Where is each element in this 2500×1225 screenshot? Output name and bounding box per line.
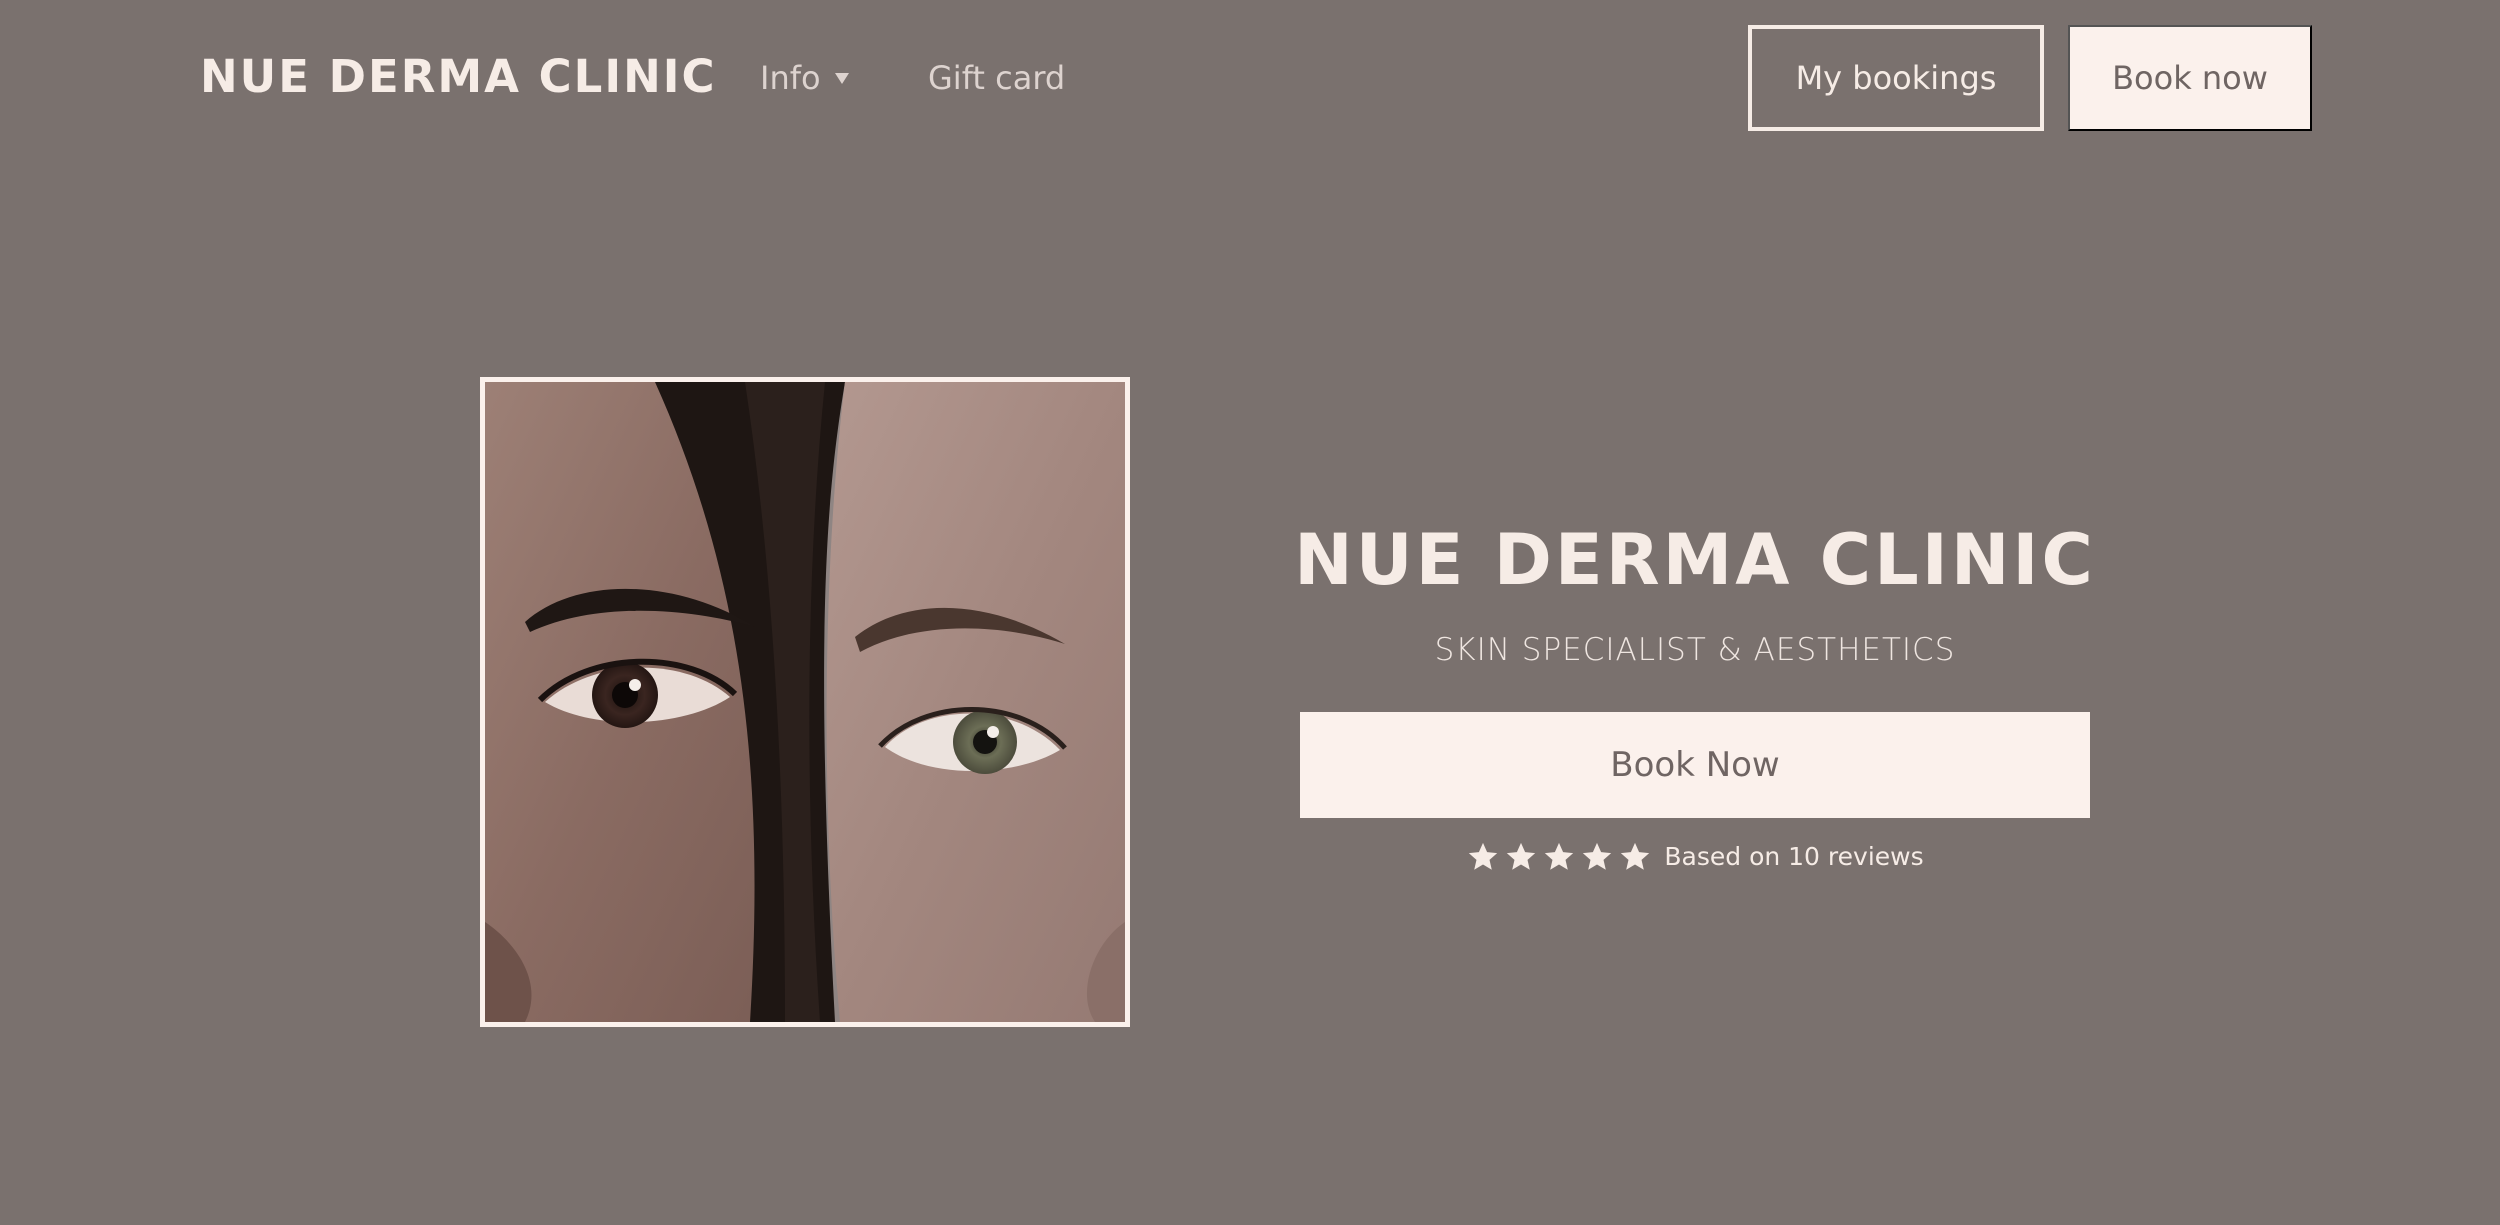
hero-photo-eyes — [485, 382, 1125, 1022]
star-icon — [1469, 842, 1498, 870]
site-header: NUE DERMA CLINIC Info Gift card My booki… — [0, 0, 2500, 160]
my-bookings-button[interactable]: My bookings — [1748, 25, 2044, 131]
star-icon — [1583, 842, 1612, 870]
page: NUE DERMA CLINIC Info Gift card My booki… — [0, 0, 2500, 1225]
nav-info-dropdown[interactable]: Info — [760, 56, 849, 100]
hero-title: NUE DERMA CLINIC — [1294, 519, 2096, 601]
hero-book-now-button[interactable]: Book Now — [1300, 712, 2090, 818]
star-icon — [1507, 842, 1536, 870]
rating-stars — [1466, 840, 1652, 874]
site-logo[interactable]: NUE DERMA CLINIC — [200, 52, 717, 102]
nav-info-label: Info — [760, 59, 821, 97]
header-book-now-button[interactable]: Book now — [2068, 25, 2312, 131]
hero-subtitle: SKIN SPECIALIST & AESTHETICS — [1434, 632, 1956, 668]
hero-image — [480, 377, 1130, 1027]
chevron-down-icon — [834, 72, 849, 84]
nav-gift-card-link[interactable]: Gift card — [928, 56, 1065, 100]
hero-section: NUE DERMA CLINIC SKIN SPECIALIST & AESTH… — [1290, 520, 2100, 874]
star-icon — [1621, 842, 1650, 870]
reviews-count-text: Based on 10 reviews — [1664, 842, 1924, 871]
star-icon — [1545, 842, 1574, 870]
reviews-summary[interactable]: Based on 10 reviews — [1290, 840, 2100, 874]
